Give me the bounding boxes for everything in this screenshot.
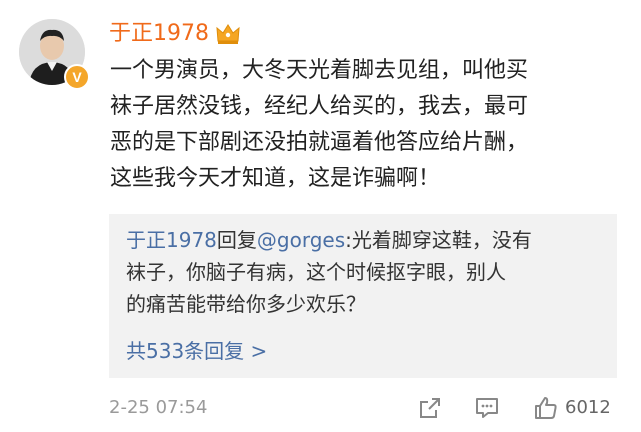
reply-box: 于正1978回复@gorges:光着脚穿这鞋，没有 袜子，你脑子有病，这个时候抠… [109, 214, 617, 378]
more-replies-link[interactable]: 共533条回复 > [126, 336, 267, 366]
comment-button[interactable] [474, 393, 500, 423]
post-header: 于正1978 [109, 18, 241, 50]
username[interactable]: 于正1978 [109, 19, 209, 49]
reply-line: 袜子，你脑子有病，这个时候抠字眼，别人 [126, 260, 506, 284]
share-icon [420, 398, 440, 418]
like-icon [535, 397, 557, 419]
like-button[interactable]: 6012 [533, 393, 611, 423]
reply-line: 于正1978回复@gorges:光着脚穿这鞋，没有 [126, 224, 606, 256]
verified-badge: V [64, 64, 90, 90]
share-button[interactable] [417, 393, 443, 423]
post-text-line: 这些我今天才知道，这是诈骗啊！ [110, 166, 441, 191]
post-text-line: 袜子居然没钱，经纪人给买的，我去，最可 [110, 94, 529, 119]
reply-author-link[interactable]: 于正1978 [126, 228, 217, 252]
reply-line: 的痛苦能带给你多少欢乐？ [126, 292, 366, 316]
post-text-line: 恶的是下部剧还没拍就逼着他答应给片酬， [110, 130, 529, 155]
post-footer: 2-25 07:54 6012 [109, 391, 621, 425]
reply-mention-link[interactable]: @gorges [257, 228, 345, 252]
post-text-line: 一个男演员，大冬天光着脚去见组，叫他买 [110, 58, 529, 83]
reply-text: 于正1978回复@gorges:光着脚穿这鞋，没有 袜子，你脑子有病，这个时候抠… [126, 224, 606, 320]
comment-icon [476, 398, 498, 418]
post-text: 一个男演员，大冬天光着脚去见组，叫他买 袜子居然没钱，经纪人给买的，我去，最可 … [110, 53, 625, 197]
reply-text-segment: :光着脚穿这鞋，没有 [345, 228, 532, 252]
crown-icon [216, 24, 240, 44]
like-count: 6012 [565, 397, 611, 418]
timestamp: 2-25 07:54 [109, 397, 208, 418]
reply-action-word: 回复 [216, 228, 257, 252]
